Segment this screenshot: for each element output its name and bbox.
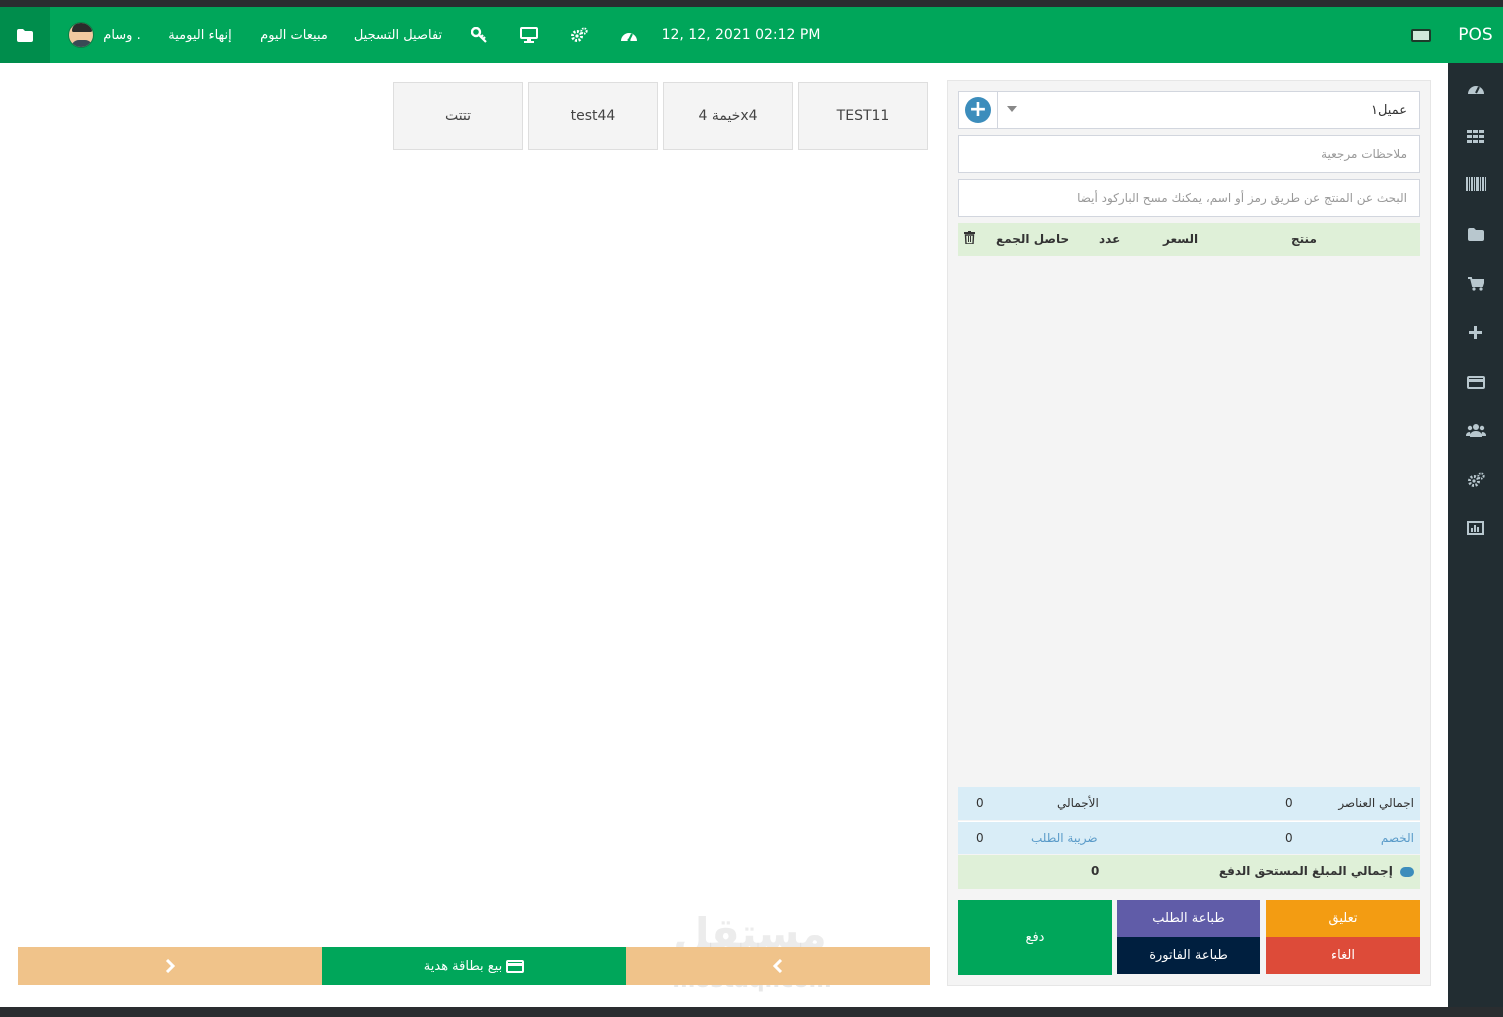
sidebar-people[interactable] <box>1448 417 1503 443</box>
left-edge <box>0 808 3 828</box>
window-top-strip <box>0 0 1503 7</box>
sidebar-add[interactable] <box>1448 319 1503 345</box>
product-tile[interactable]: تتتت <box>393 82 523 150</box>
pay-button[interactable]: دفع <box>958 900 1112 975</box>
sidebar-settings[interactable] <box>1448 467 1503 493</box>
cancel-button[interactable]: الغاء <box>1266 937 1420 974</box>
chevron-right-icon <box>165 959 175 973</box>
chevron-down-icon <box>1007 106 1017 112</box>
avatar[interactable] <box>67 7 95 63</box>
sidebar-payments[interactable] <box>1448 369 1503 395</box>
dashboard-icon <box>1467 86 1484 94</box>
discount-link[interactable]: الخصم <box>1381 831 1414 845</box>
cogs-icon <box>1467 472 1485 487</box>
cart-icon <box>1467 277 1484 291</box>
cogs-icon <box>571 27 588 42</box>
discount-value: 0 <box>1285 831 1293 845</box>
chevron-left-icon <box>773 959 783 973</box>
sell-gift-card-button[interactable]: بيع بطاقة هدية <box>322 947 626 985</box>
clear-cart-button[interactable] <box>964 231 975 247</box>
folder-icon <box>17 28 33 42</box>
order-tax-link[interactable]: ضريبة الطلب <box>1031 831 1098 845</box>
total-items-label: اجمالي العناصر <box>1338 796 1414 810</box>
comment-icon[interactable] <box>1400 866 1414 877</box>
trash-icon <box>964 231 975 245</box>
totals-row: اجمالي العناصر 0 الأجمالي 0 <box>958 787 1420 820</box>
end-of-day-link[interactable]: إنهاء اليومية <box>168 7 232 63</box>
grand-total-value: 0 <box>976 796 984 810</box>
product-tile[interactable]: TEST11 <box>798 82 928 150</box>
sidebar-sales[interactable] <box>1448 271 1503 297</box>
print-invoice-button[interactable]: طباعة الفاتورة <box>1117 937 1260 974</box>
today-sales-link[interactable]: مبيعات اليوم <box>260 7 328 63</box>
print-order-button[interactable]: طباعة الطلب <box>1117 900 1260 937</box>
total-items-value: 0 <box>1285 796 1293 810</box>
desktop-button[interactable] <box>518 7 540 63</box>
order-tax-value: 0 <box>976 831 984 845</box>
header-datetime: 12, 12, 2021 02:12 PM <box>661 27 821 43</box>
top-navbar: وسام . إنهاء اليومية مبيعات اليوم تفاصيل… <box>0 7 1448 63</box>
sidebar-dashboard[interactable] <box>1448 75 1503 101</box>
grid-icon <box>1467 129 1484 143</box>
chart-icon <box>1467 521 1484 535</box>
grand-total-label: الأجمالي <box>1057 796 1099 810</box>
plus-circle-icon: + <box>965 97 991 123</box>
barcode-icon <box>1465 177 1486 191</box>
customer-select[interactable]: عميل١ <box>958 91 1420 129</box>
amount-due-label: إجمالي المبلغ المستحق الدفع <box>1219 864 1414 878</box>
desktop-icon <box>520 27 538 43</box>
amount-due-row: إجمالي المبلغ المستحق الدفع 0 <box>958 855 1420 889</box>
totals-row: الخصم 0 ضريبة الطلب 0 <box>958 821 1420 854</box>
user-name-link[interactable]: وسام . <box>103 7 140 63</box>
reference-notes-input[interactable]: ملاحظات مرجعية <box>958 135 1420 173</box>
gift-card-label: بيع بطاقة هدية <box>423 958 503 974</box>
sidebar-categories[interactable] <box>1448 221 1503 247</box>
window-bottom-strip <box>0 1007 1503 1017</box>
credit-card-icon <box>1466 375 1485 389</box>
register-details-link[interactable]: تفاصيل التسجيل <box>354 7 442 63</box>
brand-logo[interactable]: POS <box>1448 7 1503 63</box>
customer-value: عميل١ <box>1370 102 1407 118</box>
col-subtotal: حاصل الجمع <box>996 232 1070 246</box>
previous-page-button[interactable] <box>626 947 930 985</box>
sidebar-reports[interactable] <box>1448 515 1503 541</box>
sidebar-products[interactable] <box>1448 123 1503 149</box>
keyboard-icon[interactable] <box>1411 29 1431 42</box>
col-price: السعر <box>1163 232 1199 246</box>
col-qty: عدد <box>1099 232 1121 246</box>
sidebar-barcode[interactable] <box>1448 171 1503 197</box>
product-tile[interactable]: خيمة 4x4 <box>663 82 793 150</box>
right-sidebar <box>1448 63 1503 1007</box>
product-tile[interactable]: test44 <box>528 82 658 150</box>
folder-button[interactable] <box>0 7 50 63</box>
add-customer-button[interactable]: + <box>958 91 998 129</box>
folder-icon <box>1467 227 1484 241</box>
col-product: منتج <box>1291 232 1317 246</box>
product-search-input[interactable]: البحث عن المنتج عن طريق رمز أو اسم، يمكن… <box>958 179 1420 217</box>
settings-button[interactable] <box>568 7 590 63</box>
cart-table-header: منتج السعر عدد حاصل الجمع <box>958 223 1420 256</box>
key-button[interactable] <box>468 7 490 63</box>
users-icon <box>1465 424 1486 437</box>
dashboard-icon <box>621 33 637 42</box>
suspend-button[interactable]: تعليق <box>1266 900 1420 937</box>
dashboard-button[interactable] <box>618 7 640 63</box>
plus-icon <box>1469 325 1482 339</box>
key-icon <box>471 27 487 43</box>
credit-card-icon <box>506 959 525 973</box>
next-page-button[interactable] <box>18 947 322 985</box>
amount-due-value: 0 <box>1091 864 1100 878</box>
